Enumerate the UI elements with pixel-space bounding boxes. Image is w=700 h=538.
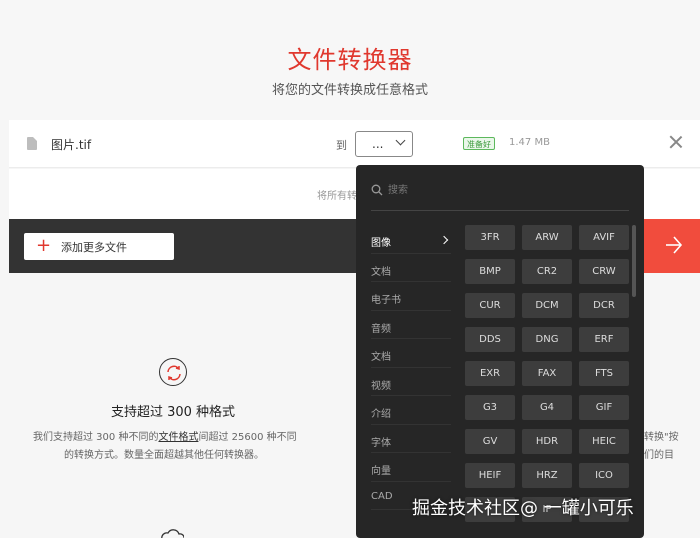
format-option[interactable]: GIF — [579, 395, 629, 420]
feature-title: 支持超过 300 种格式 — [110, 405, 236, 420]
page-title: 文件转换器 — [287, 46, 413, 74]
category-label: 文档 — [371, 352, 391, 363]
format-option[interactable]: DDS — [465, 327, 515, 352]
feature-desc-1a: 我们支持超过 300 种不同的 — [33, 432, 159, 443]
category-label: 音频 — [371, 323, 391, 335]
format-option[interactable]: EXR — [465, 361, 515, 386]
file-size: 1.47 MB — [509, 137, 550, 148]
scrollbar[interactable] — [632, 225, 636, 297]
status-badge: 准备好 — [463, 137, 495, 150]
format-option[interactable]: FAX — [522, 361, 572, 386]
page-subtitle: 将您的文件转换成任意格式 — [271, 83, 428, 98]
format-select[interactable]: ... — [355, 131, 413, 157]
plus-icon: + — [36, 235, 52, 256]
format-option[interactable]: DNG — [522, 327, 572, 352]
divider — [371, 210, 629, 211]
format-option[interactable]: CUR — [465, 293, 515, 318]
right-feature-desc-2: 们的目 — [644, 450, 674, 461]
format-option[interactable]: G4 — [522, 395, 572, 420]
category-item[interactable]: 图像 — [371, 225, 451, 254]
format-option[interactable]: DCM — [522, 293, 572, 318]
format-select-value: ... — [372, 137, 384, 151]
chevron-right-icon — [439, 235, 449, 245]
category-label: CAD — [371, 490, 393, 502]
format-option[interactable]: CRW — [579, 259, 629, 284]
feature-desc-line-1: 我们支持超过 300 种不同的文件格式间超过 25600 种不同 — [33, 428, 297, 443]
formats-link[interactable]: 文件格式 — [158, 432, 198, 443]
feature-desc-line-2: 的转换方式。数量全面超越其他任何转换器。 — [64, 450, 264, 461]
add-files-button[interactable]: + 添加更多文件 — [24, 233, 174, 260]
format-option[interactable]: ICO — [579, 463, 629, 488]
convert-button[interactable] — [643, 219, 700, 273]
category-label: 文档 — [371, 266, 391, 278]
file-icon — [27, 137, 37, 150]
format-option[interactable]: DCR — [579, 293, 629, 318]
category-item[interactable]: 字体 — [371, 425, 451, 453]
format-option[interactable]: ERF — [579, 327, 629, 352]
category-item[interactable]: 向量 — [371, 453, 451, 482]
merge-text: 将所有转 — [317, 191, 357, 202]
category-item[interactable]: 电子书 — [371, 282, 451, 311]
file-name: 图片.tif — [51, 138, 92, 152]
format-option[interactable]: HEIC — [579, 429, 629, 454]
watermark: 掘金技术社区@ 一罐小可乐 — [412, 498, 634, 519]
category-label: 字体 — [371, 437, 391, 449]
category-label: 图像 — [371, 238, 391, 249]
format-option[interactable]: AVIF — [579, 225, 629, 250]
file-row: 图片.tif 到 ... 准备好 1.47 MB — [9, 120, 700, 168]
format-option[interactable]: ARW — [522, 225, 572, 250]
format-option[interactable]: HRZ — [522, 463, 572, 488]
format-option[interactable]: FTS — [579, 361, 629, 386]
category-list: 图像 文档 电子书 音频 文档 视频 介绍 字体 向量 CAD — [371, 225, 451, 510]
category-item[interactable]: 视频 — [371, 368, 451, 396]
format-option[interactable]: BMP — [465, 259, 515, 284]
add-files-label: 添加更多文件 — [61, 241, 127, 254]
category-item[interactable]: 介绍 — [371, 396, 451, 425]
cloud-icon — [161, 529, 184, 538]
category-item[interactable]: 文档 — [371, 339, 451, 368]
format-dropdown: 图像文档电子书音频文档视频介绍字体向量CAD 3FRARWAVIFBMPCR2C… — [356, 165, 644, 538]
format-grid: 3FR ARW AVIF BMP CR2 CRW CUR DCM DCR DDS DNG ERF EXR… — [465, 225, 629, 522]
format-option[interactable]: HDR — [522, 429, 572, 454]
right-feature-desc-1: 转换"按 — [644, 432, 679, 443]
format-option[interactable]: CR2 — [522, 259, 572, 284]
format-option[interactable]: GV — [465, 429, 515, 454]
format-search-input[interactable] — [388, 182, 618, 198]
category-item[interactable]: 文档 — [371, 254, 451, 282]
search-icon — [371, 184, 383, 196]
category-label: 电子书 — [371, 295, 401, 306]
category-label: 视频 — [371, 380, 391, 392]
category-label: 介绍 — [371, 409, 391, 420]
feature-desc-1b: 间超过 25600 种不同 — [198, 432, 297, 443]
category-label: 向量 — [371, 466, 391, 477]
chevron-down-icon — [395, 135, 406, 146]
format-option[interactable]: 3FR — [465, 225, 515, 250]
format-option[interactable]: G3 — [465, 395, 515, 420]
category-item[interactable]: 音频 — [371, 311, 451, 339]
close-icon[interactable] — [669, 135, 683, 149]
format-option[interactable]: HEIF — [465, 463, 515, 488]
arrow-right-icon — [666, 236, 683, 254]
refresh-icon — [159, 358, 187, 386]
to-label: 到 — [336, 139, 347, 152]
